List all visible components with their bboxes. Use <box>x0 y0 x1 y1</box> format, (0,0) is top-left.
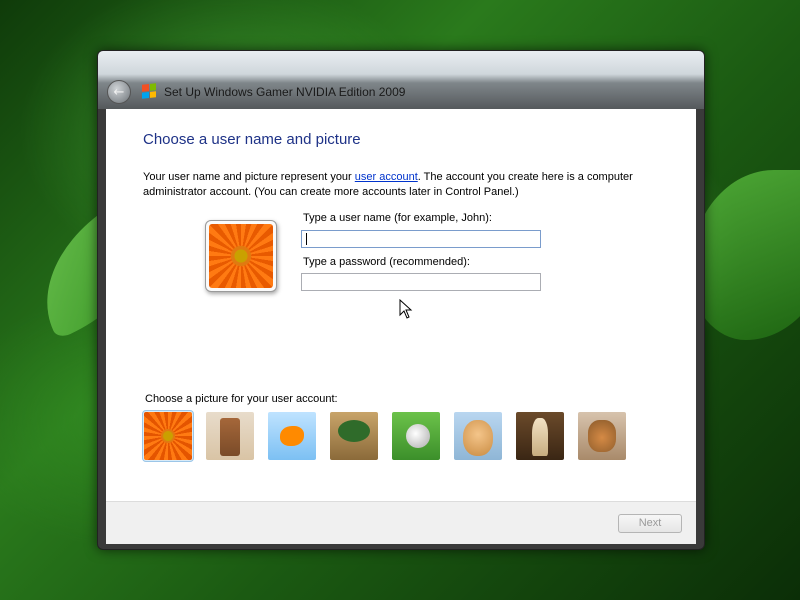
bonsai-picture[interactable] <box>330 412 378 460</box>
chess-picture[interactable] <box>516 412 564 460</box>
back-arrow-icon: ← <box>113 84 125 100</box>
text-caret <box>306 233 307 245</box>
flower-picture-icon <box>209 224 273 288</box>
windows-logo-icon <box>142 83 156 99</box>
goldfish-picture[interactable] <box>268 412 316 460</box>
next-button[interactable]: Next <box>618 514 682 533</box>
password-input[interactable] <box>301 273 541 291</box>
flower-picture[interactable] <box>142 410 194 462</box>
description-text: Your user name and picture represent you… <box>143 171 355 183</box>
back-arrow-button[interactable]: ← <box>107 80 131 104</box>
mouse-cursor-icon <box>399 299 413 319</box>
page-description: Your user name and picture represent you… <box>143 170 663 200</box>
desktop-leaf-decoration <box>690 170 800 340</box>
window-title: Set Up Windows Gamer NVIDIA Edition 2009 <box>164 85 406 99</box>
kitten-picture[interactable] <box>578 412 626 460</box>
puppy-picture[interactable] <box>454 412 502 460</box>
wizard-footer: Next <box>106 501 696 544</box>
soccer-ball-picture[interactable] <box>392 412 440 460</box>
title-bar: ← Set Up Windows Gamer NVIDIA Edition 20… <box>98 51 704 109</box>
selected-picture-preview <box>205 220 277 292</box>
username-input[interactable] <box>301 230 541 248</box>
username-label: Type a user name (for example, John): <box>303 212 492 224</box>
robot-picture[interactable] <box>206 412 254 460</box>
page-heading: Choose a user name and picture <box>143 131 361 148</box>
user-account-link[interactable]: user account <box>355 171 418 183</box>
picture-chooser-label: Choose a picture for your user account: <box>145 393 338 405</box>
password-label: Type a password (recommended): <box>303 256 470 268</box>
